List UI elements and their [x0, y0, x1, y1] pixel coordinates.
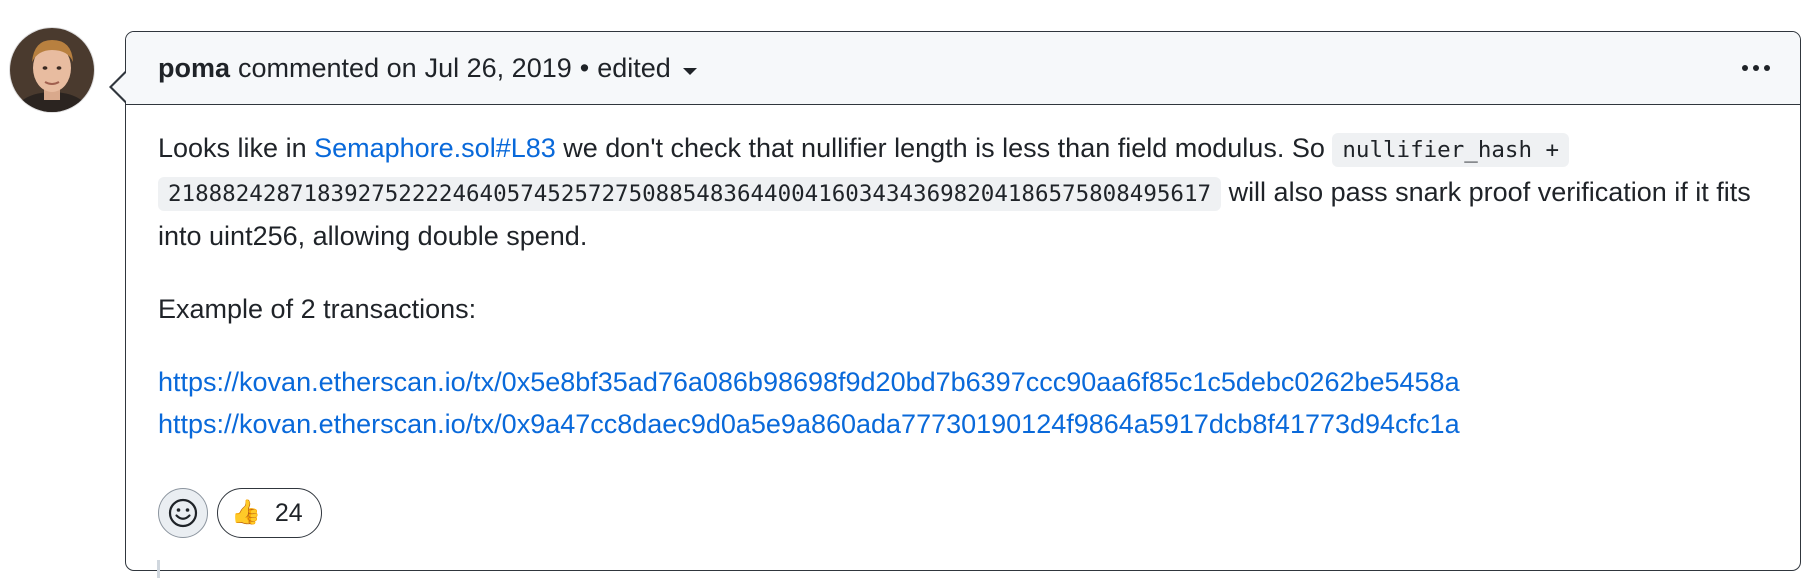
comment-paragraph-2: Example of 2 transactions: — [158, 294, 477, 324]
comment-action: commented on — [238, 52, 417, 83]
reactions-bar: 👍 24 — [158, 488, 322, 538]
kebab-horizontal-icon — [1742, 65, 1748, 71]
add-reaction-button[interactable] — [158, 488, 208, 538]
edited-dropdown[interactable]: edited — [597, 53, 697, 84]
header-separator: • — [579, 52, 590, 83]
transaction-link-1[interactable]: https://kovan.etherscan.io/tx/0x5e8bf35a… — [158, 367, 1460, 397]
transaction-links: https://kovan.etherscan.io/tx/0x5e8bf35a… — [158, 361, 1770, 445]
edited-label: edited — [597, 52, 671, 83]
comment-header: poma commented on Jul 26, 2019 • edited — [126, 32, 1800, 105]
comment-date[interactable]: Jul 26, 2019 — [425, 53, 572, 84]
smiley-icon — [168, 498, 198, 528]
comment-body: Looks like in Semaphore.sol#L83 we don't… — [126, 105, 1800, 445]
inline-code-nullifier: nullifier_hash + — [1332, 133, 1570, 167]
comment-options-button[interactable] — [1738, 59, 1774, 77]
semaphore-source-link[interactable]: Semaphore.sol#L83 — [314, 133, 556, 163]
reaction-count: 24 — [274, 498, 303, 527]
timeline-connector — [157, 560, 160, 578]
comment-box: poma commented on Jul 26, 2019 • edited … — [109, 31, 1801, 571]
thumbs-up-icon: 👍 — [231, 499, 261, 526]
avatar[interactable] — [10, 28, 94, 112]
comment-author[interactable]: poma — [158, 53, 230, 84]
inline-code-modulus: 2188824287183927522224640574525727508854… — [158, 177, 1222, 211]
reaction-thumbs-up[interactable]: 👍 24 — [217, 488, 322, 538]
caret-down-icon — [682, 67, 697, 75]
comment-paragraph-1: Looks like in Semaphore.sol#L83 we don't… — [158, 133, 1751, 251]
transaction-link-2[interactable]: https://kovan.etherscan.io/tx/0x9a47cc8d… — [158, 409, 1460, 439]
avatar-image — [10, 28, 94, 112]
